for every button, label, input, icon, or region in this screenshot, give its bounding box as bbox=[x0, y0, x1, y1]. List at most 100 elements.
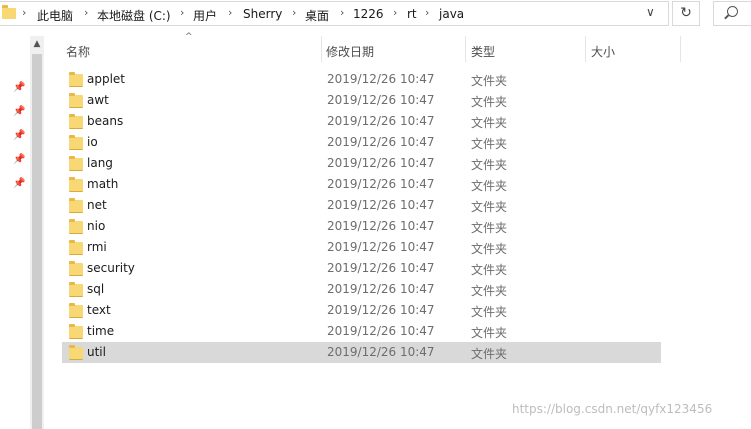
file-type: 文件夹 bbox=[471, 221, 508, 235]
file-row[interactable]: awt 2019/12/26 10:47 文件夹 bbox=[62, 90, 661, 111]
file-date-modified: 2019/12/26 10:47 bbox=[327, 93, 435, 107]
folder-icon bbox=[69, 240, 83, 255]
refresh-button[interactable]: ↻ bbox=[672, 1, 700, 26]
breadcrumb-1226[interactable]: 1226 bbox=[353, 7, 384, 21]
file-name: util bbox=[87, 345, 106, 359]
file-name: applet bbox=[87, 72, 126, 86]
file-row[interactable]: sql 2019/12/26 10:47 文件夹 bbox=[62, 279, 661, 300]
file-name: nio bbox=[87, 219, 106, 233]
breadcrumb-java[interactable]: java bbox=[439, 7, 464, 21]
breadcrumb-desktop[interactable]: 桌面 bbox=[305, 7, 329, 24]
scroll-up-arrow-icon[interactable]: ▲ bbox=[30, 39, 44, 49]
breadcrumb-sherry[interactable]: Sherry bbox=[243, 7, 282, 21]
file-row[interactable]: applet 2019/12/26 10:47 文件夹 bbox=[62, 69, 661, 90]
file-row[interactable]: beans 2019/12/26 10:47 文件夹 bbox=[62, 111, 661, 132]
folder-icon bbox=[69, 72, 83, 87]
file-name: awt bbox=[87, 93, 109, 107]
file-row[interactable]: util 2019/12/26 10:47 文件夹 bbox=[62, 342, 661, 363]
file-date-modified: 2019/12/26 10:47 bbox=[327, 198, 435, 212]
file-name: lang bbox=[87, 156, 113, 170]
pin-icon[interactable]: 📌 bbox=[13, 82, 25, 93]
column-size[interactable]: 大小 bbox=[591, 43, 615, 60]
file-date-modified: 2019/12/26 10:47 bbox=[327, 303, 435, 317]
breadcrumb-separator[interactable]: › bbox=[425, 6, 429, 19]
column-header: ^ 名称 修改日期 类型 大小 bbox=[60, 32, 681, 62]
file-row[interactable]: io 2019/12/26 10:47 文件夹 bbox=[62, 132, 661, 153]
file-name: text bbox=[87, 303, 111, 317]
file-row[interactable]: time 2019/12/26 10:47 文件夹 bbox=[62, 321, 661, 342]
breadcrumb-separator[interactable]: › bbox=[180, 6, 184, 19]
breadcrumb-this-pc[interactable]: 此电脑 bbox=[37, 7, 73, 24]
folder-icon bbox=[69, 261, 83, 276]
file-type: 文件夹 bbox=[471, 242, 508, 256]
search-icon bbox=[727, 6, 738, 17]
breadcrumb-local-disk[interactable]: 本地磁盘 (C:) bbox=[97, 7, 171, 24]
file-row[interactable]: rmi 2019/12/26 10:47 文件夹 bbox=[62, 237, 661, 258]
breadcrumb-separator[interactable]: › bbox=[84, 6, 88, 19]
folder-icon bbox=[69, 219, 83, 234]
breadcrumb-separator[interactable]: › bbox=[228, 6, 232, 19]
file-date-modified: 2019/12/26 10:47 bbox=[327, 156, 435, 170]
file-date-modified: 2019/12/26 10:47 bbox=[327, 240, 435, 254]
watermark: https://blog.csdn.net/qyfx123456 bbox=[512, 402, 713, 416]
file-date-modified: 2019/12/26 10:47 bbox=[327, 219, 435, 233]
file-row[interactable]: net 2019/12/26 10:47 文件夹 bbox=[62, 195, 661, 216]
file-name: beans bbox=[87, 114, 124, 128]
file-type: 文件夹 bbox=[471, 74, 508, 88]
breadcrumb-separator[interactable]: › bbox=[393, 6, 397, 19]
file-type: 文件夹 bbox=[471, 263, 508, 277]
file-row[interactable]: text 2019/12/26 10:47 文件夹 bbox=[62, 300, 661, 321]
pin-icon[interactable]: 📌 bbox=[13, 106, 25, 117]
folder-icon bbox=[69, 303, 83, 318]
column-divider[interactable] bbox=[585, 36, 586, 62]
search-input[interactable] bbox=[713, 1, 751, 26]
address-dropdown-icon[interactable]: ∨ bbox=[646, 5, 655, 19]
navigation-pane: 📌 📌 📌 📌 📌 bbox=[0, 36, 30, 429]
pin-icon[interactable]: 📌 bbox=[13, 154, 25, 165]
address-box[interactable]: › 此电脑 › 本地磁盘 (C:) › 用户 › Sherry › 桌面 › 1… bbox=[0, 1, 669, 26]
file-name: time bbox=[87, 324, 115, 338]
file-name: io bbox=[87, 135, 98, 149]
file-name: math bbox=[87, 177, 119, 191]
file-row[interactable]: math 2019/12/26 10:47 文件夹 bbox=[62, 174, 661, 195]
file-date-modified: 2019/12/26 10:47 bbox=[327, 324, 435, 338]
folder-icon bbox=[69, 345, 83, 360]
navigation-scrollbar[interactable]: ▲ bbox=[30, 36, 44, 429]
breadcrumb-separator[interactable]: › bbox=[340, 6, 344, 19]
file-date-modified: 2019/12/26 10:47 bbox=[327, 177, 435, 191]
scrollbar-thumb[interactable] bbox=[32, 54, 42, 429]
file-type: 文件夹 bbox=[471, 326, 508, 340]
column-divider[interactable] bbox=[465, 36, 466, 62]
file-row[interactable]: security 2019/12/26 10:47 文件夹 bbox=[62, 258, 661, 279]
pin-icon[interactable]: 📌 bbox=[13, 178, 25, 189]
column-type[interactable]: 类型 bbox=[471, 43, 495, 60]
file-name: net bbox=[87, 198, 107, 212]
folder-icon bbox=[69, 177, 83, 192]
file-row[interactable]: nio 2019/12/26 10:47 文件夹 bbox=[62, 216, 661, 237]
file-date-modified: 2019/12/26 10:47 bbox=[327, 72, 435, 86]
column-divider[interactable] bbox=[321, 36, 322, 62]
breadcrumb-separator[interactable]: › bbox=[22, 6, 26, 19]
folder-icon bbox=[69, 282, 83, 297]
file-row[interactable]: lang 2019/12/26 10:47 文件夹 bbox=[62, 153, 661, 174]
file-type: 文件夹 bbox=[471, 305, 508, 319]
file-type: 文件夹 bbox=[471, 179, 508, 193]
address-folder-icon bbox=[2, 5, 16, 19]
breadcrumb-rt[interactable]: rt bbox=[407, 7, 417, 21]
folder-icon bbox=[69, 135, 83, 150]
folder-icon bbox=[69, 114, 83, 129]
file-type: 文件夹 bbox=[471, 347, 508, 361]
breadcrumb-users[interactable]: 用户 bbox=[193, 7, 217, 24]
column-divider[interactable] bbox=[680, 36, 681, 62]
file-type: 文件夹 bbox=[471, 137, 508, 151]
pin-icon[interactable]: 📌 bbox=[13, 130, 25, 141]
file-type: 文件夹 bbox=[471, 116, 508, 130]
file-name: sql bbox=[87, 282, 105, 296]
breadcrumb-separator[interactable]: › bbox=[292, 6, 296, 19]
folder-icon bbox=[69, 93, 83, 108]
column-name[interactable]: 名称 bbox=[66, 43, 90, 60]
file-name: rmi bbox=[87, 240, 107, 254]
column-date-modified[interactable]: 修改日期 bbox=[326, 43, 374, 60]
file-type: 文件夹 bbox=[471, 158, 508, 172]
file-date-modified: 2019/12/26 10:47 bbox=[327, 114, 435, 128]
